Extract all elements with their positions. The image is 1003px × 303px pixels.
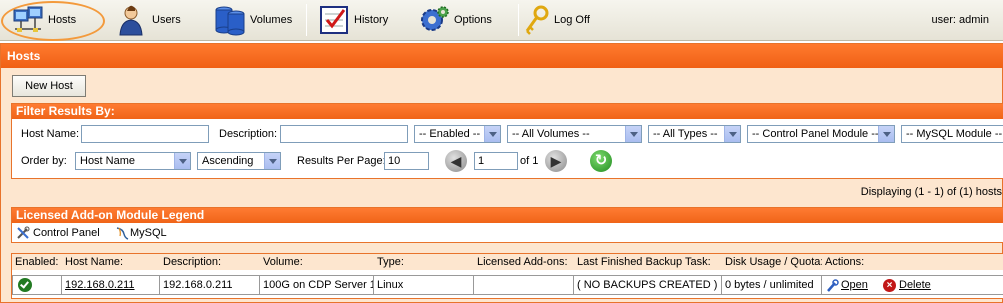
cell-licensed-addons <box>474 275 574 295</box>
cell-last-backup: ( NO BACKUPS CREATED ) <box>574 275 722 295</box>
header-host-name: Host Name: <box>65 256 124 268</box>
key-icon <box>524 4 550 36</box>
toolbar-separator <box>518 4 519 36</box>
nav-users-label: Users <box>152 14 181 26</box>
table-row: 192.168.0.211 192.168.0.211 100G on CDP … <box>12 275 1003 295</box>
volumes-select[interactable]: -- All Volumes -- <box>507 125 642 143</box>
nav-log-off-label: Log Off <box>554 14 590 26</box>
open-wrench-icon[interactable] <box>825 279 839 293</box>
mysql-dolphin-icon <box>115 226 129 240</box>
cell-actions: Open × Delete <box>822 275 1003 295</box>
chevron-down-icon <box>174 153 190 169</box>
description-label: Description: <box>219 128 278 140</box>
results-per-page-input[interactable]: 10 <box>384 152 429 170</box>
nav-options-label: Options <box>454 14 492 26</box>
header-licensed-addons: Licensed Add-ons: <box>477 256 568 268</box>
toolbar-separator <box>306 4 307 36</box>
addon-legend-panel: Licensed Add-on Module Legend Control Pa… <box>11 207 1003 243</box>
header-actions: Actions: <box>825 256 865 268</box>
types-select-value: -- All Types -- <box>653 128 718 140</box>
filter-title: Filter Results By: <box>12 104 1003 119</box>
chevron-down-icon <box>625 126 641 142</box>
nav-volumes[interactable]: Volumes <box>214 2 292 38</box>
sort-direction-select[interactable]: Ascending <box>197 152 281 170</box>
cell-enabled <box>12 275 62 295</box>
page-count-label: of 1 <box>520 155 539 167</box>
new-host-button[interactable]: New Host <box>12 75 86 97</box>
header-description: Description: <box>163 256 222 268</box>
refresh-button[interactable]: ↻ <box>590 150 612 172</box>
description-input[interactable] <box>280 125 408 143</box>
cell-disk-usage: 0 bytes / unlimited <box>722 275 822 295</box>
filter-panel: Filter Results By: Host Name: Descriptio… <box>11 103 1003 179</box>
next-page-button[interactable]: ▶ <box>545 150 567 172</box>
volumes-select-value: -- All Volumes -- <box>512 128 590 140</box>
host-name-input[interactable] <box>81 125 209 143</box>
page-title: Hosts <box>1 44 1003 68</box>
types-select[interactable]: -- All Types -- <box>648 125 741 143</box>
gear-icon <box>418 4 450 36</box>
history-checklist-icon <box>318 4 350 36</box>
order-by-select-value: Host Name <box>80 155 136 167</box>
header-enabled: Enabled: <box>15 256 59 268</box>
previous-page-button[interactable]: ◀ <box>445 150 467 172</box>
nav-hosts-label: Hosts <box>48 14 77 26</box>
chevron-down-icon <box>484 126 500 142</box>
nav-hosts[interactable]: Hosts <box>12 2 76 38</box>
nav-history-label: History <box>354 14 389 26</box>
enabled-select-value: -- Enabled -- <box>419 128 481 140</box>
legend-control-panel-label: Control Panel <box>33 227 100 239</box>
hosts-table: Enabled: Host Name: Description: Volume:… <box>11 253 1003 299</box>
hosts-network-icon <box>12 4 44 36</box>
current-user-label: user: admin <box>931 14 989 26</box>
legend-title: Licensed Add-on Module Legend <box>12 208 1003 223</box>
chevron-down-icon <box>878 126 894 142</box>
cell-description: 192.168.0.211 <box>160 275 260 295</box>
mysql-module-select[interactable]: -- MySQL Module -- <box>901 125 1003 143</box>
cell-volume: 100G on CDP Server 1 <box>260 275 374 295</box>
control-panel-module-select[interactable]: -- Control Panel Module -- <box>747 125 895 143</box>
nav-volumes-label: Volumes <box>250 14 293 26</box>
page-number-input[interactable]: 1 <box>474 152 518 170</box>
header-volume: Volume: <box>263 256 303 268</box>
open-link[interactable]: Open <box>841 276 868 294</box>
database-icon <box>214 4 246 36</box>
order-by-label: Order by: <box>21 155 67 167</box>
arrow-left-icon: ◀ <box>450 153 462 169</box>
results-count-label: Displaying (1 - 1) of (1) hosts <box>860 186 1002 198</box>
nav-users[interactable]: Users <box>116 2 181 38</box>
order-by-select[interactable]: Host Name <box>75 152 191 170</box>
top-toolbar: Hosts Users Volumes History Options Log … <box>0 0 1003 41</box>
delete-link[interactable]: Delete <box>899 276 931 294</box>
hosts-page: Hosts New Host Filter Results By: Host N… <box>0 43 1003 303</box>
enabled-check-icon <box>18 278 32 292</box>
cell-type: Linux <box>374 275 474 295</box>
mysql-module-select-value: -- MySQL Module -- <box>906 128 1003 140</box>
refresh-icon: ↻ <box>594 152 608 169</box>
nav-history[interactable]: History <box>318 2 388 38</box>
control-panel-module-select-value: -- Control Panel Module -- <box>752 128 879 140</box>
control-panel-tools-icon <box>16 226 30 240</box>
nav-options[interactable]: Options <box>418 2 492 38</box>
table-header-row: Enabled: Host Name: Description: Volume:… <box>12 254 1003 270</box>
legend-mysql-label: MySQL <box>130 227 167 239</box>
host-name-link[interactable]: 192.168.0.211 <box>65 279 135 291</box>
chevron-down-icon <box>264 153 280 169</box>
results-per-page-label: Results Per Page: <box>297 155 386 167</box>
host-name-label: Host Name: <box>21 128 80 140</box>
chevron-down-icon <box>724 126 740 142</box>
delete-icon[interactable]: × <box>883 279 896 292</box>
header-disk-usage: Disk Usage / Quota: <box>725 256 822 268</box>
header-type: Type: <box>377 256 404 268</box>
header-last-backup: Last Finished Backup Task: <box>577 256 711 268</box>
cell-host-name: 192.168.0.211 <box>62 275 160 295</box>
arrow-right-icon: ▶ <box>550 153 562 169</box>
user-icon <box>116 4 148 36</box>
enabled-select[interactable]: -- Enabled -- <box>414 125 501 143</box>
sort-direction-select-value: Ascending <box>202 155 254 167</box>
nav-log-off[interactable]: Log Off <box>524 2 590 38</box>
